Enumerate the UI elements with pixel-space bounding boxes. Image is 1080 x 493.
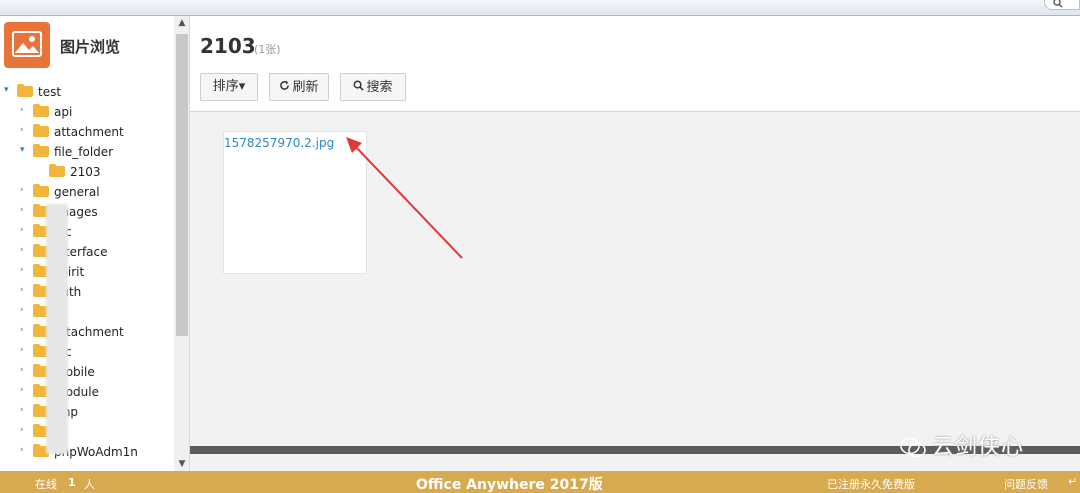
tree-node[interactable]: ›auth bbox=[20, 282, 170, 302]
refresh-button-label: 刷新 bbox=[292, 80, 319, 95]
sort-button[interactable]: 排序▾ bbox=[200, 73, 258, 101]
tree-node-label: 2103 bbox=[70, 165, 101, 179]
tree-node[interactable]: › phpWoAdm1n bbox=[20, 442, 170, 462]
tree-node-label: test bbox=[38, 85, 62, 99]
chevron-right-icon[interactable]: › bbox=[20, 226, 28, 235]
tree-node[interactable]: ›inc bbox=[20, 342, 170, 362]
scroll-up-icon[interactable]: ▲ bbox=[174, 16, 189, 30]
feedback-link[interactable]: 问题反馈 bbox=[1004, 476, 1048, 492]
sort-button-label: 排序▾ bbox=[212, 79, 246, 94]
scrollbar-thumb[interactable] bbox=[176, 34, 188, 336]
tree-node[interactable]: › general bbox=[20, 182, 170, 202]
tree-node[interactable]: ›a bbox=[20, 422, 170, 442]
status-bar: 在线 1 人 Office Anywhere 2017版 已注册永久免费版 问题… bbox=[0, 471, 1080, 493]
folder-title: 2103 bbox=[200, 34, 256, 58]
tree-node[interactable]: ▾ test bbox=[4, 82, 170, 102]
chevron-right-icon[interactable]: › bbox=[20, 446, 28, 455]
search-icon bbox=[1053, 0, 1063, 8]
chevron-right-icon[interactable]: › bbox=[20, 306, 28, 315]
tree-node[interactable]: › spirit bbox=[20, 262, 170, 282]
chevron-right-icon[interactable]: › bbox=[20, 326, 28, 335]
app-title: 图片浏览 bbox=[60, 38, 121, 56]
refresh-icon bbox=[279, 74, 290, 100]
chevron-right-icon[interactable]: › bbox=[20, 406, 28, 415]
search-button[interactable]: 搜索 bbox=[340, 73, 406, 101]
tree-node[interactable]: › api bbox=[20, 102, 170, 122]
top-search-button[interactable] bbox=[1044, 0, 1080, 10]
tree-node[interactable]: › attachment bbox=[20, 122, 170, 142]
folder-icon bbox=[17, 84, 33, 97]
tree-node[interactable]: › module bbox=[20, 382, 170, 402]
tree-node[interactable]: ›a bbox=[20, 302, 170, 322]
folder-icon bbox=[33, 124, 49, 137]
tree-node[interactable]: ›tmp bbox=[20, 402, 170, 422]
folder-icon bbox=[49, 164, 65, 177]
redacted-area bbox=[46, 204, 68, 454]
chevron-right-icon[interactable]: › bbox=[20, 106, 28, 115]
online-count[interactable]: 1 bbox=[68, 476, 76, 489]
tree-node[interactable]: 2103 bbox=[36, 162, 170, 182]
tree-node[interactable]: › interface bbox=[20, 242, 170, 262]
image-gallery-logo-icon bbox=[4, 22, 50, 68]
wechat-icon bbox=[900, 437, 926, 458]
sidebar-header: 图片浏览 bbox=[0, 16, 174, 74]
refresh-button[interactable]: 刷新 bbox=[269, 73, 329, 101]
chevron-right-icon[interactable]: › bbox=[20, 346, 28, 355]
sidebar-scrollbar[interactable]: ▲ ▼ bbox=[174, 16, 189, 471]
tree-node[interactable]: › attachment bbox=[20, 322, 170, 342]
chevron-right-icon[interactable]: › bbox=[20, 286, 28, 295]
chevron-right-icon[interactable]: › bbox=[20, 366, 28, 375]
watermark-text: 云剑侠心 bbox=[932, 435, 1025, 460]
online-label: 在线 bbox=[35, 478, 57, 491]
online-unit: 人 bbox=[84, 478, 95, 491]
chevron-right-icon[interactable]: › bbox=[20, 386, 28, 395]
top-strip bbox=[0, 0, 1080, 16]
folder-icon bbox=[33, 184, 49, 197]
tree-node-label: attachment bbox=[54, 125, 124, 139]
tree-node[interactable]: › images bbox=[20, 202, 170, 222]
folder-icon bbox=[33, 104, 49, 117]
chevron-right-icon[interactable]: › bbox=[20, 186, 28, 195]
search-icon bbox=[353, 74, 365, 100]
chevron-down-icon[interactable]: ▾ bbox=[20, 146, 28, 155]
scroll-down-icon[interactable]: ▼ bbox=[174, 457, 189, 471]
folder-icon bbox=[33, 144, 49, 157]
tree-node-label: api bbox=[54, 105, 73, 119]
watermark: 云剑侠心 bbox=[900, 429, 1024, 461]
chevron-right-icon[interactable]: › bbox=[20, 246, 28, 255]
file-name-link[interactable]: 1578257970.2.jpg bbox=[224, 136, 334, 150]
tree-node-label: file_folder bbox=[54, 145, 114, 159]
tree-node[interactable]: › mobile bbox=[20, 362, 170, 382]
tree-node[interactable]: ›inc bbox=[20, 222, 170, 242]
main-header: 2103 (1张) 排序▾ 刷新 搜索 bbox=[190, 16, 1080, 112]
product-name: Office Anywhere 2017版 bbox=[416, 477, 603, 493]
main-panel: 2103 (1张) 排序▾ 刷新 搜索 1578257970.2.jpg 云剑侠… bbox=[190, 16, 1080, 471]
chevron-down-icon[interactable]: ▾ bbox=[4, 86, 12, 95]
folder-file-count: (1张) bbox=[254, 43, 281, 56]
chevron-right-icon[interactable]: › bbox=[20, 206, 28, 215]
app-window: 图片浏览 ▾ test › api › attachment ▾ file_folder 210… bbox=[0, 0, 1080, 493]
return-arrow-icon[interactable]: ↵ bbox=[1068, 475, 1077, 488]
tree-node[interactable]: ▾ file_folder bbox=[20, 142, 170, 162]
chevron-right-icon[interactable]: › bbox=[20, 266, 28, 275]
annotation-arrow-icon bbox=[346, 137, 463, 259]
sidebar: 图片浏览 ▾ test › api › attachment ▾ file_folder 210… bbox=[0, 16, 190, 471]
license-text: 已注册永久免费版 bbox=[827, 478, 915, 491]
tree-node-label: general bbox=[54, 185, 100, 199]
search-button-label: 搜索 bbox=[366, 80, 393, 95]
chevron-right-icon[interactable]: › bbox=[20, 426, 28, 435]
chevron-right-icon[interactable]: › bbox=[20, 126, 28, 135]
